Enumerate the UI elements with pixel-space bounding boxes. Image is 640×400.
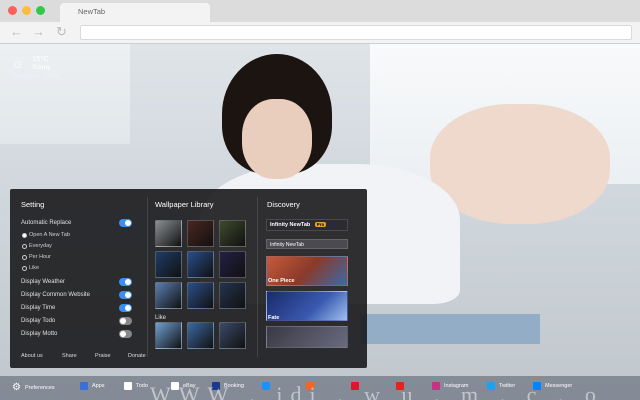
tab-bar: NewTab bbox=[0, 0, 640, 22]
display-time-toggle[interactable] bbox=[119, 304, 132, 312]
share-link[interactable]: Share bbox=[62, 353, 77, 359]
display-todo-toggle[interactable] bbox=[119, 317, 132, 325]
display-todo-label: Display Todo bbox=[21, 318, 56, 324]
reload-icon[interactable]: ↻ bbox=[56, 25, 67, 39]
display-motto-toggle[interactable] bbox=[119, 330, 132, 338]
discovery-header: Infinity NewTab bbox=[270, 222, 311, 228]
display-time-label: Display Time bbox=[21, 305, 56, 311]
address-bar[interactable] bbox=[80, 25, 632, 40]
radio-per-hour[interactable]: Per Hour bbox=[22, 254, 51, 260]
apps-icon bbox=[80, 382, 88, 390]
weather-condition: Sunny bbox=[32, 64, 51, 71]
sun-icon: ☼ bbox=[11, 55, 24, 71]
wallpaper-thumbnail[interactable] bbox=[219, 251, 246, 278]
weather-temperature: 15°C bbox=[32, 54, 49, 63]
radio-label: Everyday bbox=[29, 243, 52, 249]
display-common-website-label: Display Common Website bbox=[21, 292, 90, 298]
weather-widget[interactable]: ☼ 15°C Sunny Chongqing , China bbox=[8, 52, 68, 86]
setting-title: Setting bbox=[21, 200, 45, 209]
preferences-button[interactable]: ⚙ Preferences bbox=[12, 382, 55, 393]
browser-toolbar: ← → ↻ bbox=[0, 22, 640, 44]
like-label: Like bbox=[155, 315, 167, 321]
arrow-right-icon[interactable]: → bbox=[32, 25, 45, 39]
radio-label: Per Hour bbox=[29, 254, 52, 260]
wallpaper-thumbnail[interactable] bbox=[187, 251, 214, 278]
wallpaper-thumbnail[interactable] bbox=[155, 251, 182, 278]
wallpaper-thumbnail[interactable] bbox=[155, 220, 182, 247]
wallpaper-watermark: WWW . idi . w u . m . c . o bbox=[150, 382, 604, 400]
discovery-title: Discovery bbox=[267, 200, 300, 209]
discovery-card-label: One Piece bbox=[268, 278, 295, 284]
wallpaper-thumbnail[interactable] bbox=[187, 322, 214, 349]
wallpaper-thumbnail[interactable] bbox=[187, 282, 214, 309]
display-motto-label: Display Motto bbox=[21, 331, 58, 337]
pro-badge: Pro bbox=[314, 222, 327, 227]
radio-like[interactable]: Like bbox=[22, 265, 39, 271]
donate-link[interactable]: Donate bbox=[128, 353, 146, 359]
wallpaper-thumbnail[interactable] bbox=[219, 220, 246, 247]
arrow-left-icon[interactable]: ← bbox=[10, 25, 23, 39]
dock-item-label: Todo bbox=[136, 383, 148, 389]
display-common-website-toggle[interactable] bbox=[119, 291, 132, 299]
discovery-subheader[interactable]: Infinity NewTab bbox=[266, 239, 348, 249]
display-weather-toggle[interactable] bbox=[119, 278, 132, 286]
todo-icon bbox=[124, 382, 132, 390]
radio-dot bbox=[22, 243, 27, 249]
discovery-card-label: Fate bbox=[268, 315, 280, 321]
wallpaper-bench bbox=[360, 314, 540, 344]
wallpaper-figure-face bbox=[242, 99, 312, 179]
radio-dot bbox=[22, 265, 27, 271]
preferences-panel: Setting Automatic Replace Open A New Tab… bbox=[10, 189, 367, 368]
preferences-label: Preferences bbox=[24, 384, 55, 391]
column-divider bbox=[257, 197, 258, 357]
close-window-button[interactable] bbox=[8, 6, 17, 15]
browser-tab[interactable]: NewTab bbox=[60, 3, 210, 22]
maximize-window-button[interactable] bbox=[36, 6, 45, 15]
about-us-link[interactable]: About us bbox=[21, 353, 43, 359]
radio-label: Like bbox=[29, 265, 40, 271]
wallpaper-thumbnail[interactable] bbox=[187, 220, 214, 247]
minimize-window-button[interactable] bbox=[22, 6, 31, 15]
auto-replace-toggle[interactable] bbox=[119, 219, 132, 227]
wallpaper-thumbnail[interactable] bbox=[219, 282, 246, 309]
wallpaper-thumbnail[interactable] bbox=[155, 282, 182, 309]
discovery-subheader-label: Infinity NewTab bbox=[270, 242, 304, 248]
display-weather-label: Display Weather bbox=[21, 279, 65, 285]
dock-item-todo[interactable]: Todo bbox=[124, 382, 148, 390]
column-divider bbox=[147, 197, 148, 357]
radio-everyday[interactable]: Everyday bbox=[22, 243, 52, 249]
discovery-card-third[interactable] bbox=[266, 326, 348, 348]
weather-location: Chongqing , China bbox=[10, 74, 60, 80]
dock-item-apps[interactable]: Apps bbox=[80, 382, 105, 390]
tab-title: NewTab bbox=[78, 7, 106, 16]
praise-link[interactable]: Praise bbox=[95, 353, 111, 359]
radio-dot bbox=[22, 232, 27, 238]
radio-open-new-tab[interactable]: Open A New Tab bbox=[22, 232, 70, 238]
wallpaper-thumbnail[interactable] bbox=[219, 322, 246, 349]
dock-item-label: Apps bbox=[92, 383, 105, 389]
wallpaper-library-title: Wallpaper Library bbox=[155, 200, 214, 209]
radio-label: Open A New Tab bbox=[29, 232, 70, 238]
window-controls bbox=[8, 6, 45, 15]
auto-replace-label: Automatic Replace bbox=[21, 220, 72, 226]
wallpaper-thumbnail[interactable] bbox=[155, 322, 182, 349]
gear-icon: ⚙ bbox=[12, 382, 21, 393]
discovery-header-card[interactable]: Infinity NewTab Pro bbox=[266, 219, 348, 231]
radio-dot bbox=[22, 254, 27, 260]
